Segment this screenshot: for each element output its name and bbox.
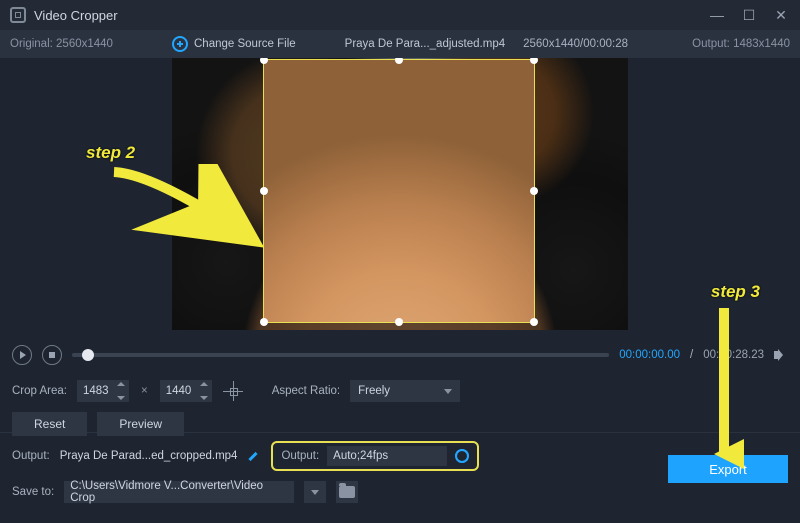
change-source-label: Change Source File: [194, 38, 296, 50]
info-bar: Original: 2560x1440 Change Source File P…: [0, 30, 800, 58]
output-file-label: Output:: [12, 450, 50, 462]
aspect-ratio-select[interactable]: Freely: [350, 380, 460, 402]
annotation-step2: step 2: [86, 143, 135, 163]
source-meta: 2560x1440/00:00:28: [523, 38, 628, 50]
minimize-button[interactable]: —: [708, 6, 726, 24]
stop-button[interactable]: [42, 345, 62, 365]
playbar: 00:00:00.00 / 00:00:28.23: [0, 338, 800, 372]
output-format-field[interactable]: Auto;24fps: [327, 446, 447, 466]
crop-handle-tl[interactable]: [260, 58, 268, 64]
maximize-button[interactable]: ☐: [740, 6, 758, 24]
browse-folder-button[interactable]: [336, 481, 358, 503]
times-icon: ×: [141, 385, 148, 397]
folder-icon: [339, 486, 355, 498]
save-to-label: Save to:: [12, 486, 54, 498]
source-filename: Praya De Para..._adjusted.mp4: [345, 38, 505, 50]
output-format-box: Output: Auto;24fps: [271, 441, 479, 471]
timeline-knob[interactable]: [82, 349, 94, 361]
chevron-down-icon: [444, 389, 452, 394]
output-file-name: Praya De Parad...ed_cropped.mp4: [60, 450, 238, 462]
titlebar: Video Cropper — ☐ ✕: [0, 0, 800, 30]
close-button[interactable]: ✕: [772, 6, 790, 24]
crop-handle-mr[interactable]: [530, 187, 538, 195]
gear-icon[interactable]: [455, 449, 469, 463]
play-icon: [20, 351, 26, 359]
chevron-down-icon: [311, 490, 319, 495]
crop-height-input[interactable]: 1440: [160, 380, 212, 402]
controls-panel: Crop Area: 1483 × 1440 Aspect Ratio: Fre…: [0, 372, 800, 432]
time-current: 00:00:00.00: [619, 349, 680, 361]
crop-handle-br[interactable]: [530, 318, 538, 326]
plus-icon: [172, 36, 188, 52]
change-source-button[interactable]: Change Source File: [172, 36, 296, 52]
window-title: Video Cropper: [34, 8, 118, 23]
app-logo-icon: [10, 7, 26, 23]
aspect-ratio-label: Aspect Ratio:: [272, 385, 340, 397]
volume-icon[interactable]: [774, 348, 788, 362]
edit-filename-icon[interactable]: [247, 449, 261, 463]
save-path-field[interactable]: C:\Users\Vidmore V...Converter\Video Cro…: [64, 481, 294, 503]
crop-width-input[interactable]: 1483: [77, 380, 129, 402]
stop-icon: [49, 352, 55, 358]
crop-handle-bm[interactable]: [395, 318, 403, 326]
preview-area: step 2: [0, 58, 800, 338]
crop-handle-tm[interactable]: [395, 58, 403, 64]
play-button[interactable]: [12, 345, 32, 365]
crop-handle-bl[interactable]: [260, 318, 268, 326]
export-button[interactable]: Export: [668, 455, 788, 483]
output-format-label: Output:: [281, 450, 319, 462]
time-total: 00:00:28.23: [703, 349, 764, 361]
center-crop-button[interactable]: [222, 380, 244, 402]
crop-rect[interactable]: [264, 60, 534, 322]
video-preview[interactable]: [172, 58, 628, 330]
time-sep: /: [690, 349, 693, 361]
crop-handle-ml[interactable]: [260, 187, 268, 195]
original-dims: Original: 2560x1440: [10, 38, 113, 50]
crop-area-label: Crop Area:: [12, 385, 67, 397]
bottom-panel: Output: Praya De Parad...ed_cropped.mp4 …: [0, 433, 800, 513]
timeline-slider[interactable]: [72, 353, 609, 357]
output-dims: Output: 1483x1440: [692, 38, 790, 50]
save-path-dropdown[interactable]: [304, 481, 326, 503]
